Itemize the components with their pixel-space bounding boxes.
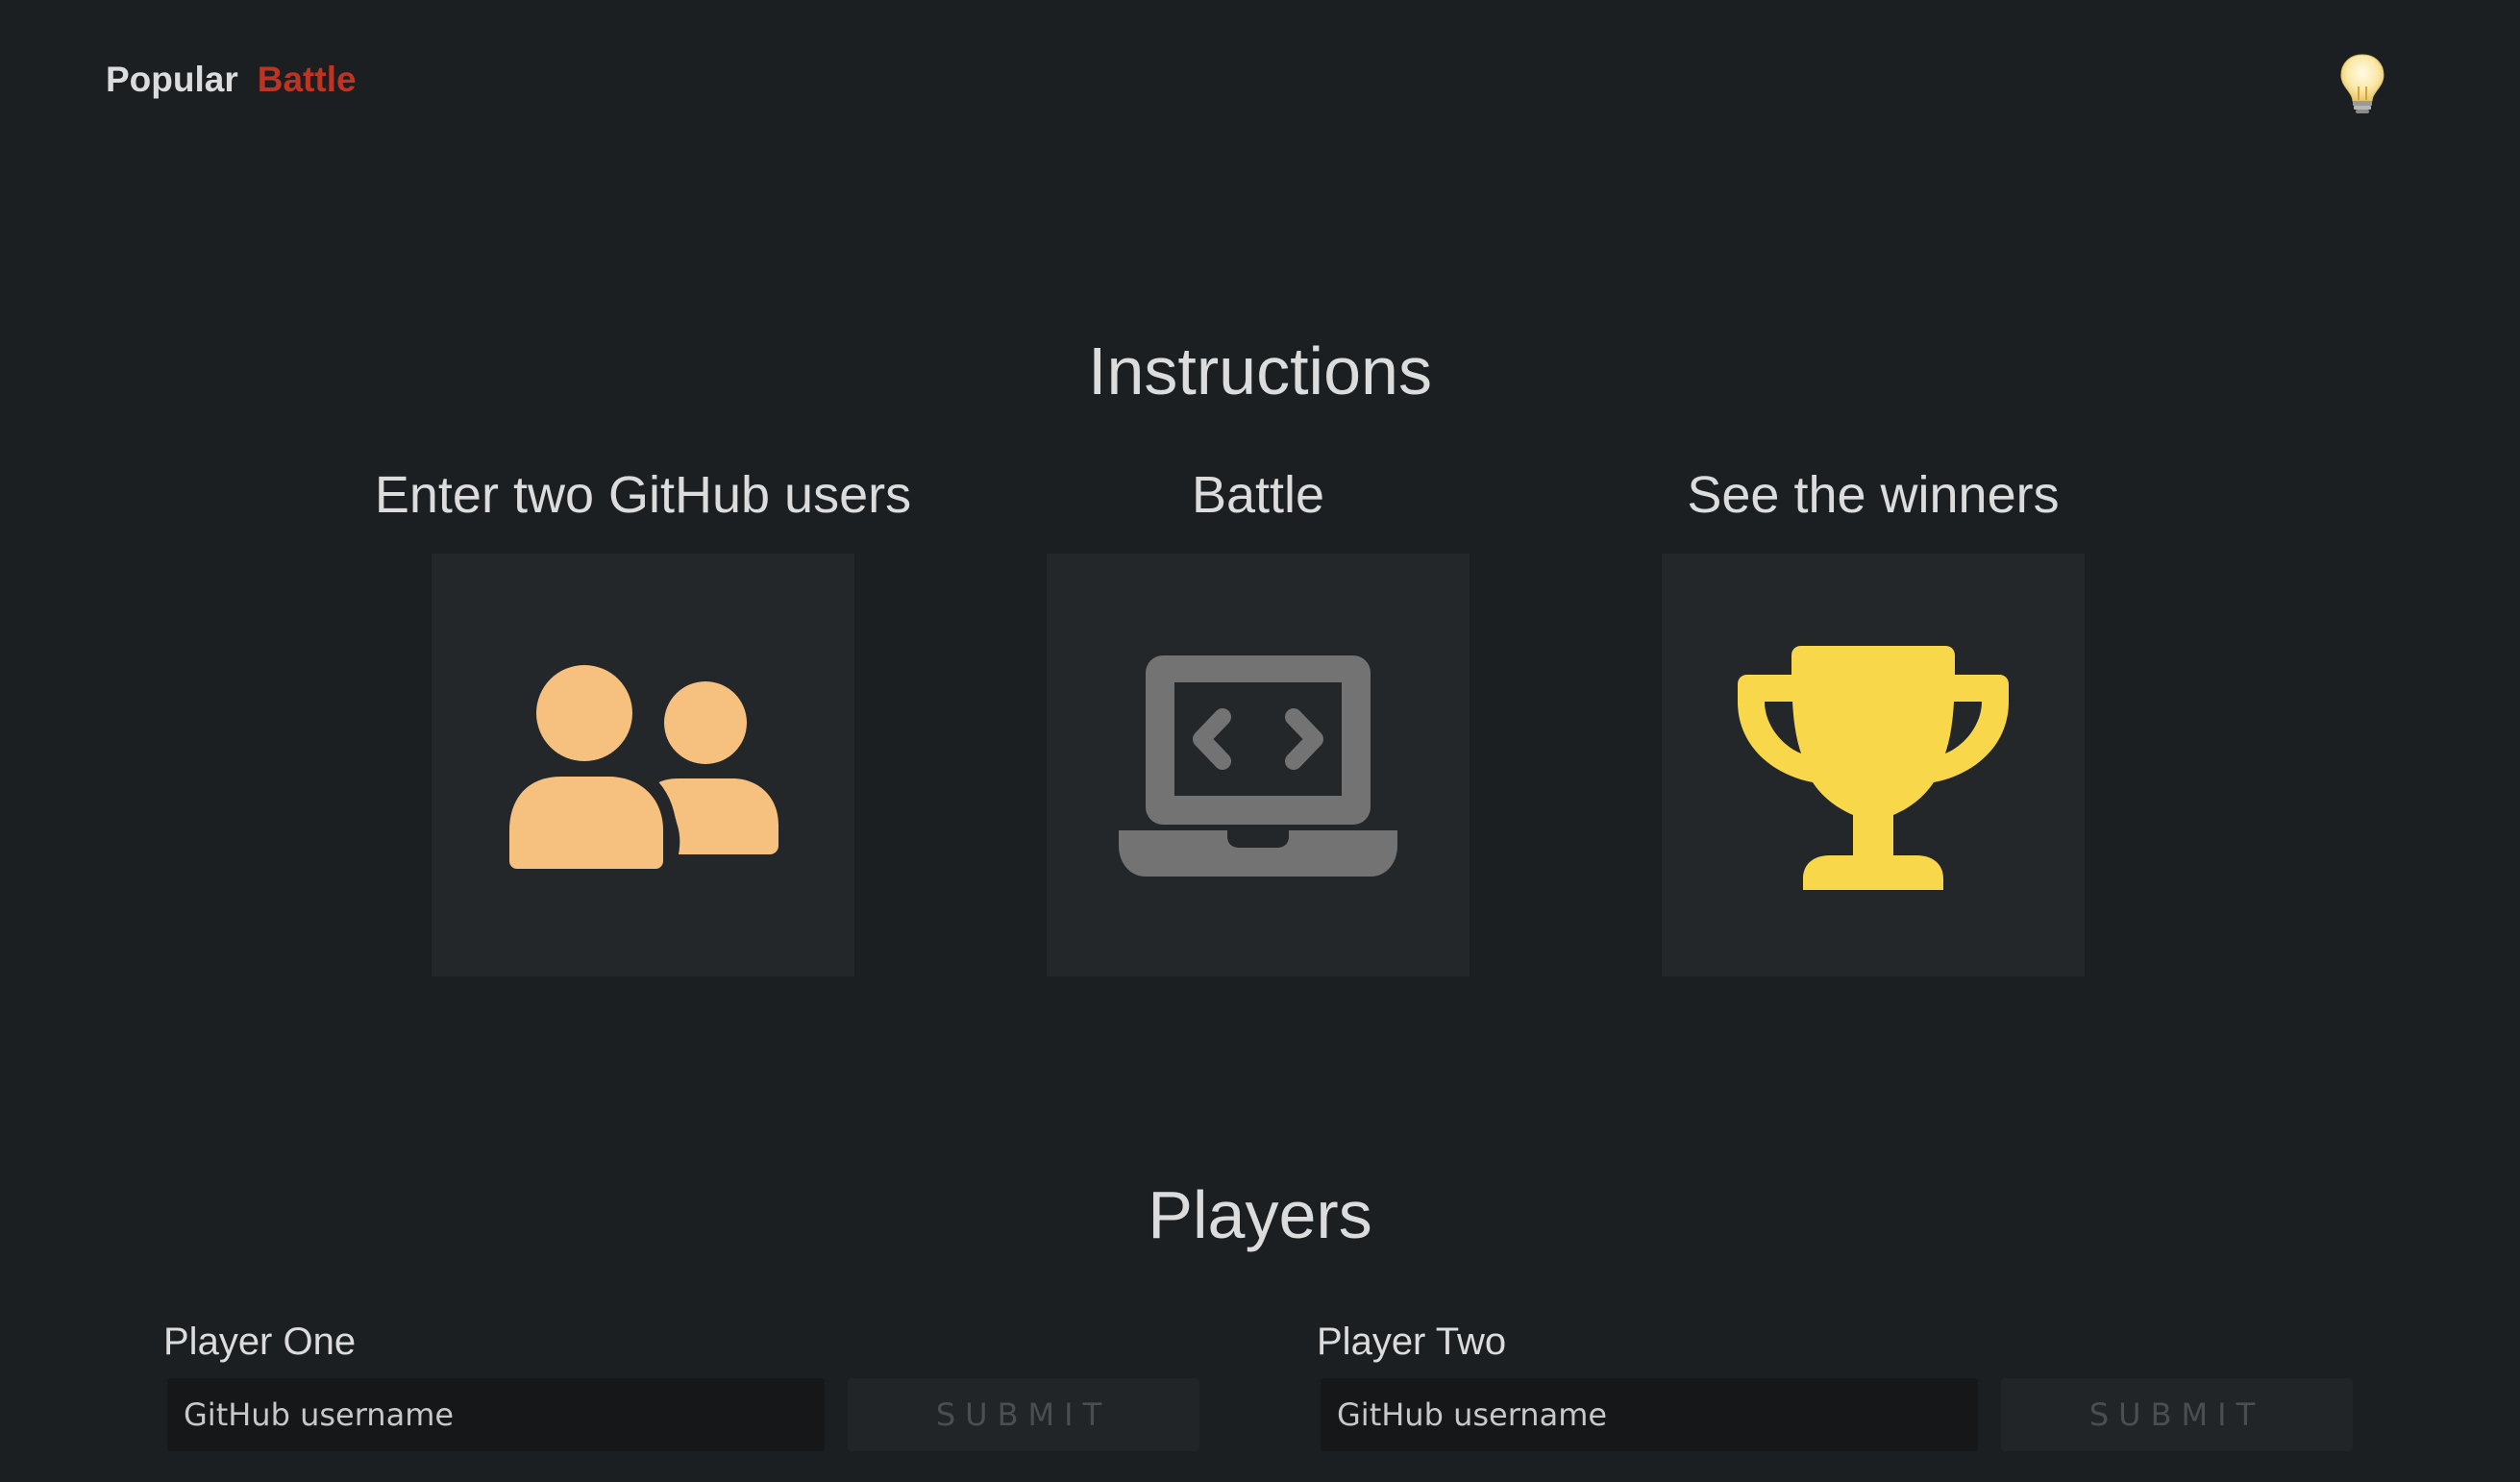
nav-link-popular[interactable]: Popular — [106, 60, 238, 100]
users-icon — [509, 665, 778, 869]
nav-link-battle[interactable]: Battle — [258, 60, 357, 100]
step-card — [1047, 554, 1470, 976]
lightbulb-icon — [2340, 54, 2384, 113]
laptop-code-icon — [1119, 655, 1397, 877]
step-card — [1662, 554, 2085, 976]
player-two-submit-button[interactable]: SUBMIT — [2001, 1378, 2353, 1451]
step-card — [432, 554, 854, 976]
player-two-row: SUBMIT — [1321, 1378, 2355, 1451]
player-one-username-input[interactable] — [167, 1378, 825, 1451]
step-label: See the winners — [1687, 466, 2060, 524]
instruction-step-battle: Battle — [951, 461, 1566, 976]
step-label: Enter two GitHub users — [374, 466, 912, 524]
theme-toggle-button[interactable] — [2337, 52, 2387, 115]
player-one-label: Player One — [163, 1321, 357, 1363]
players-title: Players — [1148, 1177, 1372, 1252]
player-two-label: Player Two — [1317, 1321, 1507, 1363]
trophy-icon — [1738, 646, 2009, 890]
player-one-submit-button[interactable]: SUBMIT — [848, 1378, 1199, 1451]
player-one-row: SUBMIT — [167, 1378, 1201, 1451]
top-nav: Popular Battle — [106, 60, 357, 100]
instruction-step-winners: See the winners — [1566, 461, 2181, 976]
step-label: Battle — [1191, 466, 1325, 524]
player-one-form: Player One SUBMIT — [163, 1317, 1201, 1451]
player-two-username-input[interactable] — [1321, 1378, 1978, 1451]
player-two-form: Player Two SUBMIT — [1317, 1317, 2355, 1451]
instructions-title: Instructions — [1088, 333, 1432, 408]
instruction-step-enter-users: Enter two GitHub users — [335, 461, 951, 976]
